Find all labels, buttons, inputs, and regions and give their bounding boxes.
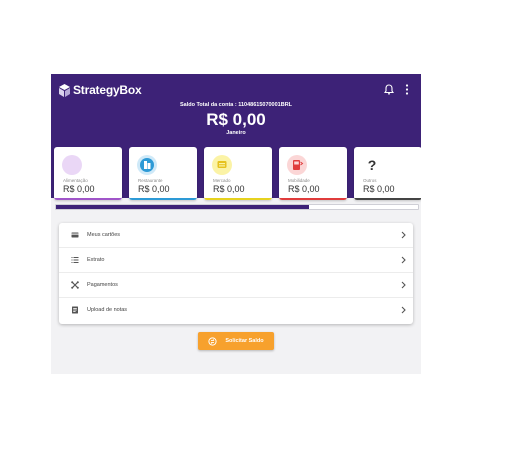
balance-month: Janeiro xyxy=(226,130,246,136)
card-accent-bar xyxy=(129,198,197,200)
app-window: StrategyBox Saldo Total da conta : 11048… xyxy=(51,74,421,374)
cart-icon xyxy=(212,155,232,175)
menu-item-extrato[interactable]: Extrato xyxy=(59,248,413,273)
exchange-icon xyxy=(208,336,217,346)
category-card-restaurante[interactable]: Restaurante R$ 0,00 xyxy=(129,147,197,200)
chevron-right-icon xyxy=(401,281,406,289)
request-balance-label: Solicitar Saldo xyxy=(225,338,264,344)
chevron-right-icon xyxy=(401,306,406,314)
balance-value: R$ 0,00 xyxy=(206,110,266,129)
bus-icon xyxy=(287,155,307,175)
list-icon xyxy=(71,257,79,263)
category-card-outros[interactable]: ? Outros R$ 0,00 xyxy=(354,147,421,200)
card-accent-bar xyxy=(204,198,272,200)
meal-icon xyxy=(62,155,82,175)
card-label: Restaurante xyxy=(138,178,163,183)
request-balance-button[interactable]: Solicitar Saldo xyxy=(198,332,274,350)
progress-fill xyxy=(56,205,310,209)
cube-logo-icon xyxy=(59,83,70,97)
card-value: R$ 0,00 xyxy=(363,184,395,194)
card-label: Mercado xyxy=(213,178,231,183)
payments-icon xyxy=(71,281,79,289)
card-value: R$ 0,00 xyxy=(63,184,95,194)
menu-item-label: Pagamentos xyxy=(87,282,118,288)
card-icon xyxy=(71,232,79,238)
balance-label: Saldo Total da conta : 11048615070001BRL xyxy=(179,102,293,108)
menu-item-label: Meus cartões xyxy=(87,232,121,238)
bell-icon[interactable] xyxy=(384,84,394,95)
card-accent-bar xyxy=(354,198,421,200)
logo: StrategyBox xyxy=(59,83,142,97)
card-value: R$ 0,00 xyxy=(288,184,320,194)
category-card-mercado[interactable]: Mercado R$ 0,00 xyxy=(204,147,272,200)
menu-item-label: Extrato xyxy=(87,257,105,263)
more-options-icon[interactable] xyxy=(405,84,409,95)
category-card-mobilidade[interactable]: Mobilidade R$ 0,00 xyxy=(279,147,347,200)
card-value: R$ 0,00 xyxy=(213,184,245,194)
building-icon xyxy=(137,155,157,175)
chevron-right-icon xyxy=(401,231,406,239)
card-accent-bar xyxy=(54,198,122,200)
actions-menu: Meus cartões Extrato Pagamentos Upload d… xyxy=(59,223,413,324)
balance-progress-bar xyxy=(55,204,419,210)
menu-item-upload-de-notas[interactable]: Upload de notas xyxy=(59,298,413,323)
brand-name: StrategyBox xyxy=(73,83,142,97)
menu-item-pagamentos[interactable]: Pagamentos xyxy=(59,273,413,298)
card-label: Outros xyxy=(363,178,377,183)
menu-item-label: Upload de notas xyxy=(87,307,128,313)
card-label: Alimentação xyxy=(63,178,88,183)
card-label: Mobilidade xyxy=(288,178,310,183)
menu-item-meus-cartoes[interactable]: Meus cartões xyxy=(59,223,413,248)
receipt-icon xyxy=(72,306,78,314)
card-value: R$ 0,00 xyxy=(138,184,170,194)
chevron-right-icon xyxy=(401,256,406,264)
category-card-alimentacao[interactable]: Alimentação R$ 0,00 xyxy=(54,147,122,200)
card-accent-bar xyxy=(279,198,347,200)
question-icon: ? xyxy=(362,155,382,175)
